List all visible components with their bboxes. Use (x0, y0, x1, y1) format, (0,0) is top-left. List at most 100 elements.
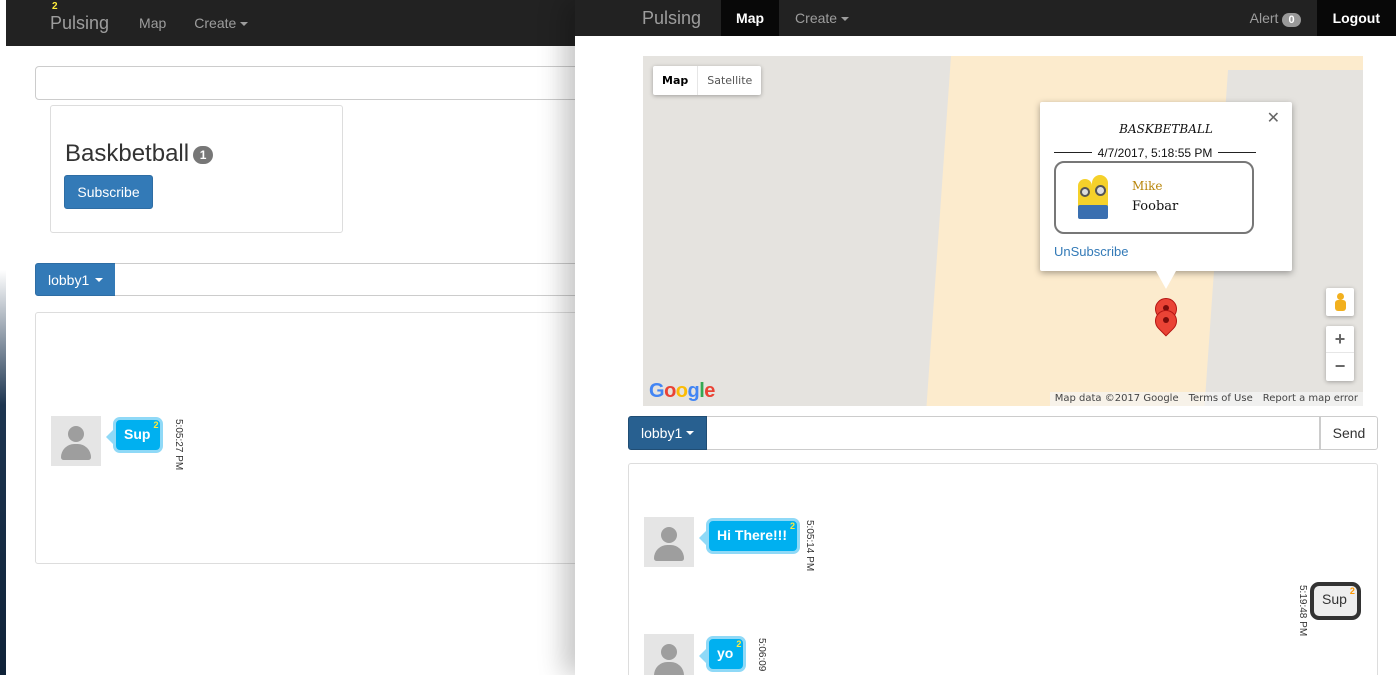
lobby-label: lobby1 (48, 271, 90, 288)
alert-label: Alert (1249, 9, 1279, 26)
map-canvas[interactable]: Map Satellite ✕ BASKBETBALL 4/7/2017, 5:… (643, 56, 1363, 406)
user-placeholder-body (61, 444, 91, 460)
chat-bubble: Hi There!!! 2 (699, 518, 800, 554)
pegman-body (1335, 300, 1346, 311)
lobby-label: lobby1 (641, 425, 683, 441)
map-marker-dot (1163, 317, 1169, 323)
chat-message-text: Hi There!!! (717, 527, 787, 543)
unsubscribe-link[interactable]: UnSubscribe (1054, 244, 1128, 259)
message-badge: 2 (736, 639, 742, 649)
subscribe-button[interactable]: Subscribe (64, 175, 153, 209)
zoom-in-button[interactable]: + (1326, 326, 1354, 353)
info-date-text: 4/7/2017, 5:18:55 PM (1091, 146, 1219, 160)
pegman-head (1337, 293, 1344, 300)
info-message-card: Mike Foobar (1054, 161, 1254, 234)
avatar (51, 416, 101, 466)
message-badge: 2 (1349, 586, 1355, 596)
chat-timestamp: 5:19:48 PM (1297, 585, 1308, 637)
nav-map-link-active[interactable]: Map (721, 0, 780, 36)
caret-down-icon (95, 277, 104, 282)
caret-down-icon (240, 22, 249, 27)
front-navbar: Pulsing Map Create Alert 0 Logout (575, 0, 1396, 36)
street-view-pegman-icon[interactable] (1326, 288, 1354, 316)
zoom-control: + − (1326, 326, 1354, 381)
user-placeholder-icon (661, 644, 677, 660)
search-input[interactable] (35, 66, 606, 100)
map-info-window: ✕ BASKBETBALL 4/7/2017, 5:18:55 PM Mike … (1040, 102, 1292, 289)
chat-message-text: yo (717, 645, 734, 661)
chat-timestamp: 5:05:27 PM (173, 419, 184, 471)
member-count-badge: 1 (193, 145, 214, 164)
alert-link[interactable]: Alert 0 (1250, 10, 1301, 27)
google-logo-letter: o (664, 380, 676, 402)
chat-message-text: Sup (1322, 591, 1347, 607)
chat-panel: Sup 2 5:05:27 PM (35, 312, 606, 564)
info-date: 4/7/2017, 5:18:55 PM (1040, 146, 1270, 160)
google-logo: Google (649, 380, 715, 403)
logout-link[interactable]: Logout (1316, 0, 1396, 36)
user-placeholder-body (654, 545, 684, 561)
info-message: Foobar (1132, 199, 1179, 214)
front-browser-window[interactable]: Pulsing Map Create Alert 0 Logout Map Sat… (575, 0, 1396, 675)
brand-notification-badge: 2 (52, 0, 58, 12)
user-placeholder-icon (661, 527, 677, 543)
lobby-input-group: lobby1 (35, 263, 606, 296)
lobby-dropdown-button[interactable]: lobby1 (628, 416, 708, 450)
alert-count-badge: 0 (1282, 12, 1301, 27)
lobby-input-group: lobby1 Send (628, 416, 1378, 450)
group-card: Baskbetball 1 Subscribe (50, 105, 343, 233)
minion-overalls (1078, 205, 1108, 219)
caret-down-icon (841, 17, 850, 22)
message-input[interactable] (115, 263, 606, 296)
brand-link[interactable]: Pulsing (642, 8, 701, 29)
minion-goggle-right (1095, 185, 1106, 196)
brand-label: Pulsing (50, 12, 110, 33)
nav-create-label: Create (194, 15, 237, 31)
google-logo-letter: e (704, 380, 715, 402)
nav-right-group: Alert 0 Logout (1250, 0, 1396, 36)
group-title: Baskbetball 1 (65, 140, 214, 168)
map-attribution: Map data ©2017 Google Terms of Use Repor… (1049, 392, 1363, 406)
map-type-map-button[interactable]: Map (653, 66, 699, 95)
avatar (644, 517, 694, 567)
nav-create-dropdown[interactable]: Create (194, 15, 249, 31)
chat-panel: Hi There!!! 2 5:05:14 PM 5:19:48 PM Sup … (628, 463, 1378, 675)
user-placeholder-body (654, 662, 684, 675)
chat-bubble-outgoing: Sup 2 (1310, 582, 1361, 620)
brand-link[interactable]: 2 Pulsing (50, 1, 110, 34)
nav-map-link[interactable]: Map (139, 15, 166, 31)
minion-avatar-icon (1076, 175, 1112, 221)
chat-message-text: Sup (124, 426, 151, 442)
map-marker-icon[interactable] (1150, 305, 1182, 342)
map-road (1183, 56, 1363, 70)
report-map-error-link[interactable]: Report a map error (1258, 392, 1363, 406)
map-type-satellite-button[interactable]: Satellite (698, 66, 761, 95)
lobby-dropdown-button[interactable]: lobby1 (35, 263, 117, 296)
back-navbar: 2 Pulsing Map Create (6, 0, 606, 46)
user-placeholder-icon (68, 426, 84, 442)
map-type-control: Map Satellite (653, 66, 762, 95)
google-logo-letter: G (649, 380, 665, 402)
terms-of-use-link[interactable]: Terms of Use (1184, 392, 1258, 406)
chat-timestamp: 5:05:14 PM (804, 520, 815, 572)
zoom-out-button[interactable]: − (1326, 353, 1354, 380)
info-username: Mike (1132, 179, 1163, 193)
google-logo-letter: g (687, 380, 700, 402)
caret-down-icon (686, 431, 695, 435)
message-badge: 2 (153, 420, 159, 430)
message-badge: 2 (789, 521, 795, 531)
map-data-credit: Map data ©2017 Google (1054, 393, 1179, 404)
back-browser-window[interactable]: 2 Pulsing Map Create Baskbetball 1 Subscr… (6, 0, 606, 675)
chat-timestamp: 5:06:09 PM (756, 638, 767, 675)
chat-bubble: Sup 2 (105, 417, 164, 453)
chat-bubble: yo 2 (698, 636, 747, 672)
info-title: BASKBETBALL (1119, 122, 1213, 136)
avatar (644, 634, 694, 675)
nav-create-dropdown[interactable]: Create (795, 10, 850, 26)
google-logo-letter: o (675, 380, 688, 402)
minion-goggle-left (1080, 187, 1090, 197)
nav-create-label: Create (795, 10, 838, 26)
group-title-text: Baskbetball (65, 140, 190, 167)
message-input[interactable] (707, 416, 1320, 450)
send-button[interactable]: Send (1320, 416, 1378, 450)
